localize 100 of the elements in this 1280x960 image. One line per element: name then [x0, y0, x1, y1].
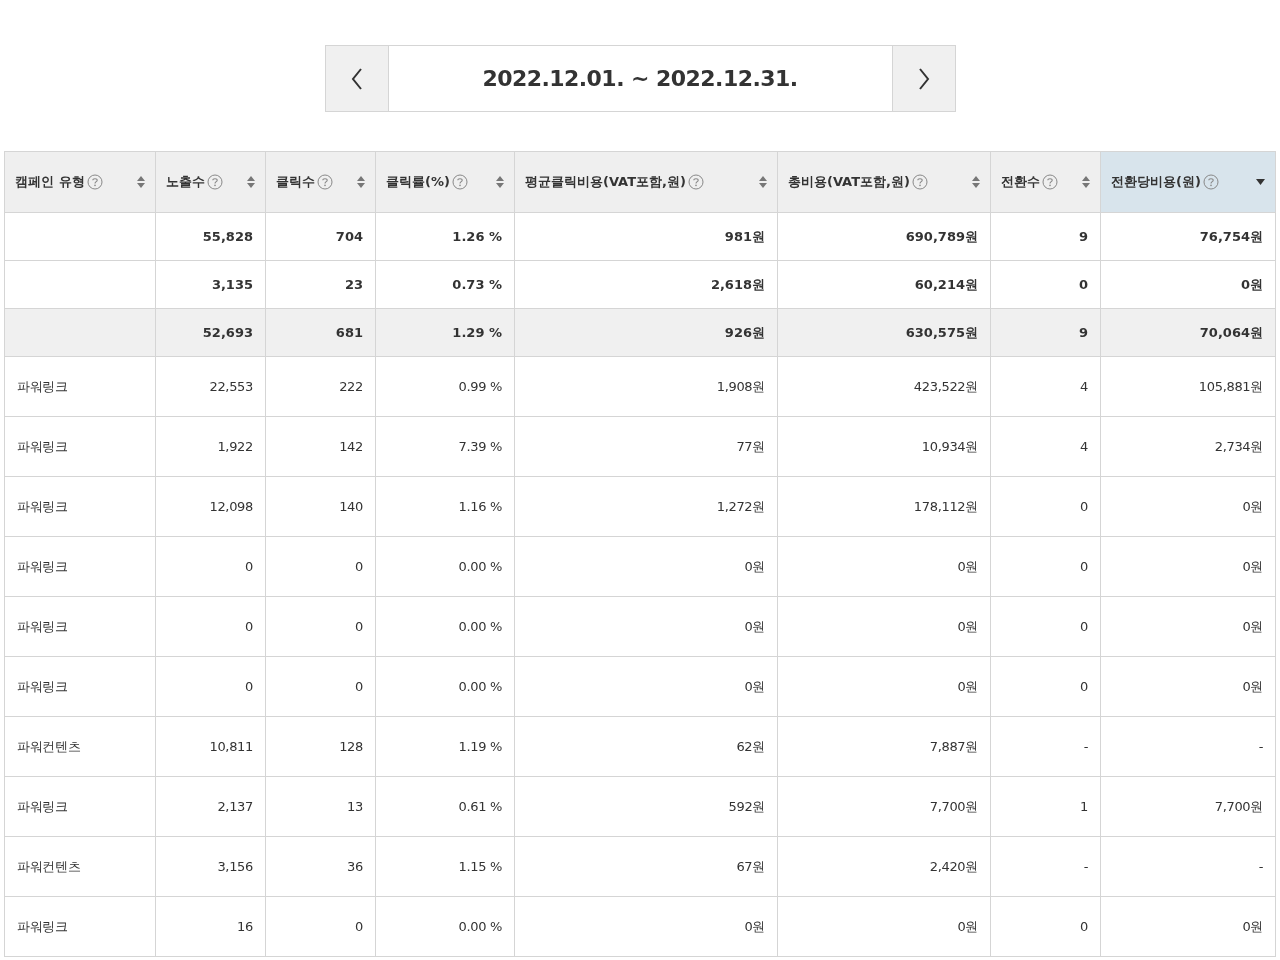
- table-cell: 10,811: [209, 738, 253, 754]
- help-icon[interactable]: [1202, 174, 1219, 190]
- table-cell: 76,754원: [1199, 228, 1263, 244]
- table-cell: 36: [347, 858, 363, 874]
- table-cell: 0: [245, 558, 253, 574]
- column-header[interactable]: 노출수: [155, 151, 266, 213]
- table-cell: 1.29 %: [452, 324, 502, 340]
- table-cell: 4: [1080, 438, 1088, 454]
- column-header[interactable]: 클릭수: [265, 151, 376, 213]
- table-cell: 0.00 %: [458, 618, 502, 634]
- help-icon[interactable]: [451, 174, 468, 190]
- table-cell: 파워링크: [17, 618, 68, 634]
- chevron-left-icon: [350, 67, 363, 90]
- table-cell: 630,575원: [905, 324, 978, 340]
- sort-icon[interactable]: [247, 176, 255, 188]
- table-cell: 0: [1080, 918, 1088, 934]
- table-cell: 52,693: [202, 324, 253, 340]
- table-cell: -: [1258, 858, 1263, 874]
- table-cell: 0: [1080, 558, 1088, 574]
- sort-icon[interactable]: [1082, 176, 1090, 188]
- table-cell: 704: [335, 228, 363, 244]
- column-header[interactable]: 전환수: [990, 151, 1101, 213]
- table-cell: 0.99 %: [458, 378, 502, 394]
- table-cell: 70,064원: [1199, 324, 1263, 340]
- table-cell: 423,522원: [913, 378, 978, 394]
- table-cell: 0: [355, 678, 363, 694]
- table-cell: 파워링크: [17, 798, 68, 814]
- help-icon[interactable]: [86, 174, 103, 190]
- help-icon[interactable]: [911, 174, 928, 190]
- table-cell: 4: [1080, 378, 1088, 394]
- table-cell: 9: [1078, 228, 1088, 244]
- table-cell: 2,734원: [1214, 438, 1263, 454]
- column-label: 전환수: [1001, 173, 1040, 192]
- table-cell: 128: [339, 738, 363, 754]
- table-cell: 0원: [744, 918, 765, 934]
- column-header[interactable]: 평균클릭비용(VAT포함,원): [514, 151, 778, 213]
- table-cell: 0원: [1240, 276, 1263, 292]
- sort-icon[interactable]: [137, 176, 145, 188]
- table-cell: 0원: [744, 678, 765, 694]
- column-header[interactable]: 전환당비용(원): [1100, 151, 1276, 213]
- table-cell: 0원: [957, 678, 978, 694]
- column-label: 평균클릭비용(VAT포함,원): [525, 173, 686, 192]
- table-cell: 105,881원: [1198, 378, 1263, 394]
- table-cell: 0: [1080, 618, 1088, 634]
- table-cell: 파워링크: [17, 918, 68, 934]
- table-cell: 1,908원: [716, 378, 765, 394]
- sort-icon[interactable]: [759, 176, 767, 188]
- sort-icon[interactable]: [972, 176, 980, 188]
- table-cell: 9: [1078, 324, 1088, 340]
- table-cell: 파워링크: [17, 678, 68, 694]
- table-cell: 67원: [736, 858, 765, 874]
- column-label: 클릭수: [276, 173, 315, 192]
- column-label: 캠페인 유형: [15, 173, 85, 192]
- column-header[interactable]: 클릭률(%): [375, 151, 515, 213]
- table-cell: -: [1083, 738, 1088, 754]
- table-cell: 0원: [1242, 918, 1263, 934]
- table-cell: -: [1258, 738, 1263, 754]
- column-header[interactable]: 총비용(VAT포함,원): [777, 151, 991, 213]
- table-cell: 681: [335, 324, 363, 340]
- help-icon[interactable]: [317, 174, 333, 190]
- help-icon[interactable]: [1042, 174, 1058, 190]
- table-cell: 3,156: [217, 858, 253, 874]
- table-cell: 0: [355, 918, 363, 934]
- table-cell: 0원: [1242, 678, 1263, 694]
- table-cell: 0원: [744, 558, 765, 574]
- help-icon[interactable]: [687, 174, 704, 190]
- table-cell: 0원: [1242, 558, 1263, 574]
- table-cell: 0원: [957, 558, 978, 574]
- table-cell: 파워링크: [17, 498, 68, 514]
- table-cell: 0: [1080, 678, 1088, 694]
- table-cell: 0원: [1242, 618, 1263, 634]
- sort-descending-icon[interactable]: [1256, 179, 1265, 185]
- table-cell: 7,887원: [929, 738, 978, 754]
- table-cell: 592원: [728, 798, 765, 814]
- date-range: 2022.12.01. ~ 2022.12.31.: [387, 46, 893, 111]
- column-label: 노출수: [166, 173, 205, 192]
- table-cell: 690,789원: [905, 228, 978, 244]
- sort-icon[interactable]: [357, 176, 365, 188]
- table-cell: 0원: [1242, 498, 1263, 514]
- table-cell: 178,112원: [913, 498, 978, 514]
- chevron-right-icon: [917, 67, 930, 90]
- table-cell: 0.61 %: [458, 798, 502, 814]
- table-cell: 2,137: [217, 798, 253, 814]
- table-cell: 0: [245, 678, 253, 694]
- column-header[interactable]: 캠페인 유형: [4, 151, 156, 213]
- table-cell: 1.16 %: [458, 498, 502, 514]
- table-cell: 140: [339, 498, 363, 514]
- table-cell: 1.19 %: [458, 738, 502, 754]
- table-cell: 16: [237, 918, 253, 934]
- table-cell: 1.26 %: [452, 228, 502, 244]
- column-label: 전환당비용(원): [1111, 173, 1201, 192]
- table-cell: 7.39 %: [458, 438, 502, 454]
- table-cell: 77원: [736, 438, 765, 454]
- table-cell: -: [1083, 858, 1088, 874]
- table-cell: 파워링크: [17, 558, 68, 574]
- table-cell: 1: [1080, 798, 1088, 814]
- help-icon[interactable]: [207, 174, 223, 190]
- sort-icon[interactable]: [496, 176, 504, 188]
- table-cell: 파워링크: [17, 378, 68, 394]
- table-cell: 55,828: [202, 228, 253, 244]
